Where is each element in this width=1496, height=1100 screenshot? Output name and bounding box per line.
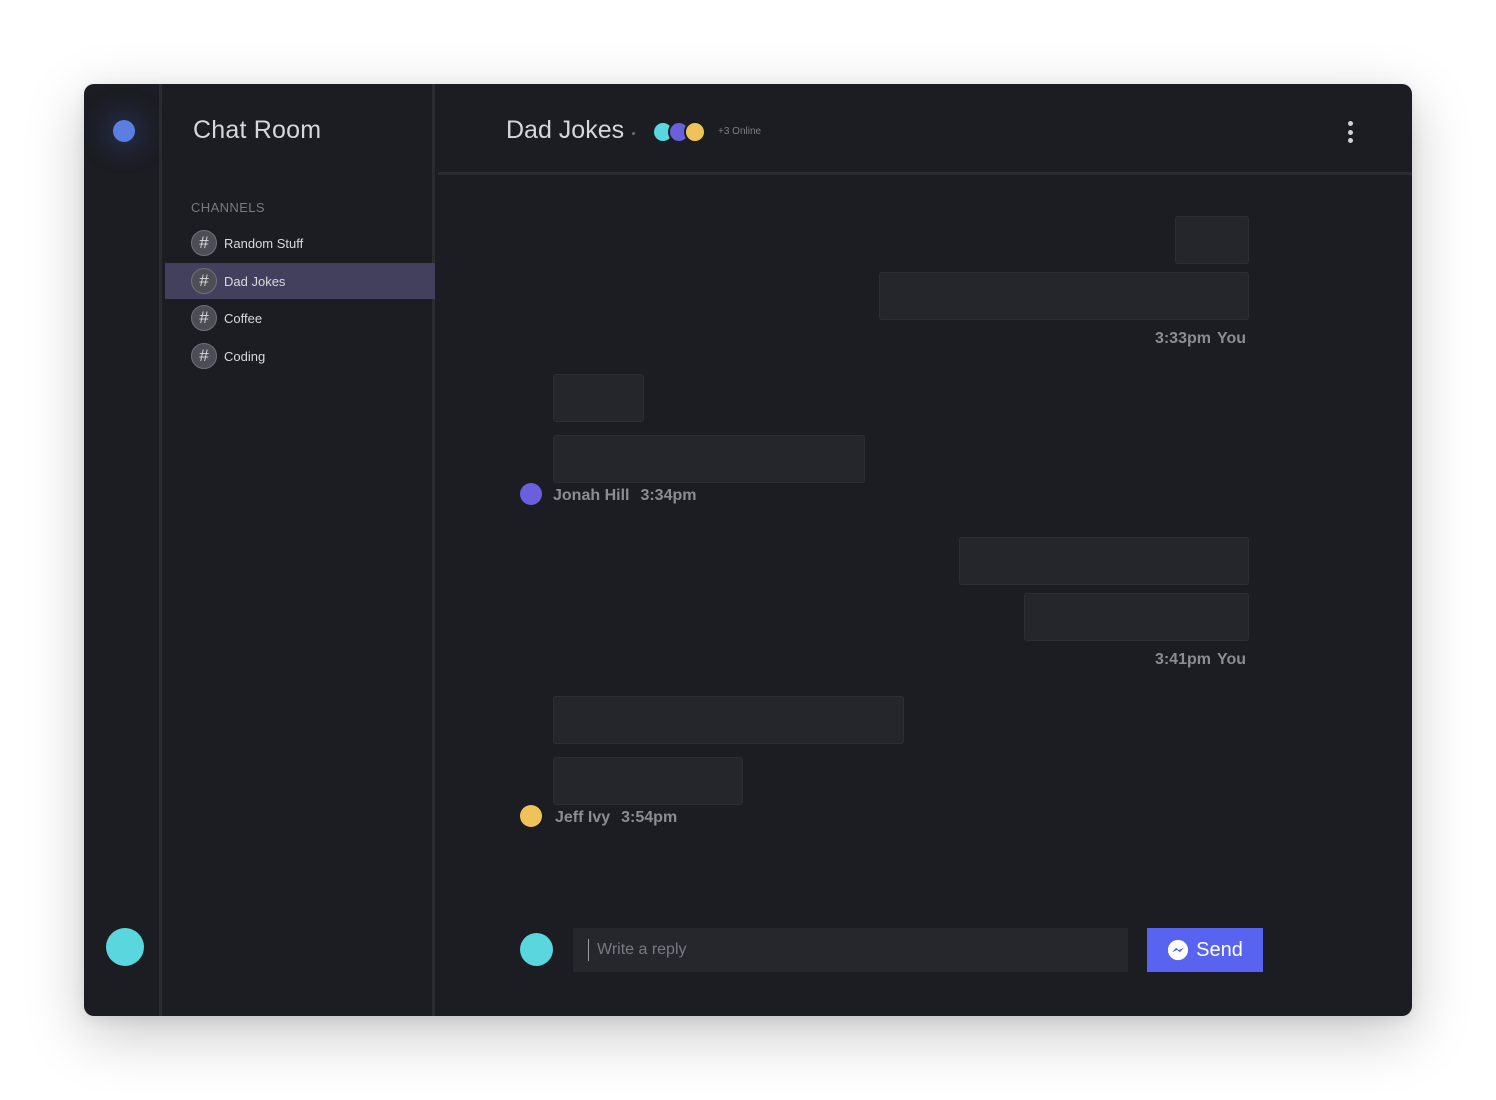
send-button[interactable]: Send	[1147, 928, 1263, 972]
author-avatar[interactable]	[520, 805, 542, 827]
more-vertical-icon	[1347, 121, 1353, 126]
message-bubble[interactable]	[879, 272, 1249, 320]
more-options-button[interactable]	[1344, 121, 1356, 143]
channels-section-label: CHANNELS	[191, 200, 265, 215]
channel-item-dad-jokes[interactable]: # Dad Jokes	[165, 263, 435, 299]
message-meta: Jonah Hill 3:34pm	[553, 487, 696, 505]
channel-label: Dad Jokes	[224, 273, 286, 289]
message-bubble[interactable]	[1024, 593, 1249, 641]
channel-sidebar: Chat Room CHANNELS # Random Stuff # Dad …	[165, 84, 435, 1016]
messenger-icon	[1168, 939, 1189, 961]
message-meta: 3:33pm You	[1155, 330, 1246, 348]
workspace-icon[interactable]	[113, 120, 135, 142]
channel-title: Dad Jokes	[506, 116, 625, 144]
send-label: Send	[1196, 938, 1243, 961]
message-meta: Jeff Ivy 3:54pm	[555, 809, 677, 827]
hash-icon: #	[191, 230, 217, 256]
chat-main: Dad Jokes +3 Online 3:33pm You Jonah Hill…	[438, 84, 1412, 1016]
message-bubble[interactable]	[959, 537, 1249, 585]
hash-icon: #	[191, 268, 217, 294]
message-meta: 3:41pm You	[1155, 651, 1246, 669]
text-caret	[588, 939, 589, 961]
hash-icon: #	[191, 305, 217, 331]
channel-label: Coffee	[224, 310, 263, 326]
message-time: 3:34pm	[640, 487, 697, 504]
title-separator	[632, 132, 635, 135]
message-time: 3:33pm	[1154, 330, 1211, 347]
app-title: Chat Room	[193, 116, 322, 144]
message-author: Jeff Ivy	[555, 809, 611, 826]
message-bubble[interactable]	[553, 374, 644, 422]
message-time: 3:41pm	[1154, 651, 1211, 668]
message-bubble[interactable]	[553, 696, 904, 744]
message-author: You	[1216, 651, 1246, 668]
message-time: 3:54pm	[621, 809, 678, 826]
channel-label: Random Stuff	[224, 235, 304, 251]
current-user-avatar[interactable]	[106, 928, 144, 966]
message-author: Jonah Hill	[553, 487, 630, 504]
message-author: You	[1216, 330, 1246, 347]
online-count: +3 Online	[718, 126, 762, 137]
channel-item-coding[interactable]: # Coding	[165, 338, 435, 374]
message-bubble[interactable]	[553, 435, 865, 483]
chat-header: Dad Jokes +3 Online	[438, 84, 1412, 175]
reply-input[interactable]	[573, 928, 1128, 972]
online-user-avatar[interactable]	[684, 121, 706, 143]
channel-item-random-stuff[interactable]: # Random Stuff	[165, 225, 435, 261]
hash-icon: #	[191, 343, 217, 369]
author-avatar[interactable]	[520, 483, 542, 505]
composer-avatar[interactable]	[520, 933, 553, 966]
message-bubble[interactable]	[1175, 216, 1249, 264]
message-bubble[interactable]	[553, 757, 743, 805]
chat-app-window: Chat Room CHANNELS # Random Stuff # Dad …	[84, 84, 1412, 1016]
channel-label: Coding	[224, 348, 266, 364]
workspace-rail	[84, 84, 162, 1016]
channel-item-coffee[interactable]: # Coffee	[165, 300, 435, 336]
